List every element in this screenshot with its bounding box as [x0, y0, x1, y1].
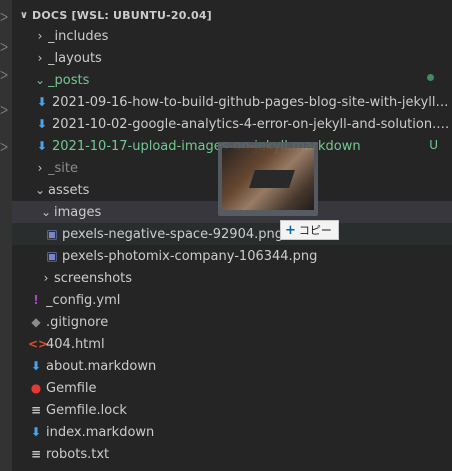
- activity-icon-extensions[interactable]: ᐳ: [0, 140, 12, 156]
- chevron-down-icon: ⌄: [40, 205, 52, 219]
- markdown-file-icon: ⬇: [36, 117, 48, 131]
- activity-bar: ᐳ ᐳ ᐳ ᐳ ᐳ: [0, 0, 12, 471]
- drag-copy-tooltip: + コピー: [280, 220, 339, 240]
- chevron-down-icon: ∨: [19, 9, 29, 21]
- tree-item-file[interactable]: ! _config.yml: [12, 289, 452, 311]
- text-file-icon: ≡: [30, 403, 42, 417]
- image-file-icon: ▣: [46, 249, 58, 263]
- drag-preview-image: [218, 142, 318, 216]
- drag-thumbnail: [222, 148, 314, 210]
- explorer-panel: ∨ DOCS [WSL: UBUNTU-20.04] › _includes ›…: [12, 0, 452, 471]
- tree-item-file[interactable]: ⬇ 2021-09-16-how-to-build-github-pages-b…: [12, 91, 452, 113]
- gitignore-file-icon: ◆: [31, 315, 41, 329]
- tree-item-file[interactable]: ⬇ index.markdown: [12, 421, 452, 443]
- markdown-file-icon: ⬇: [36, 139, 48, 153]
- tree-item-file[interactable]: <> 404.html: [12, 333, 452, 355]
- chevron-down-icon: ⌄: [34, 73, 46, 87]
- tree-item-file[interactable]: ≡ Gemfile.lock: [12, 399, 452, 421]
- workspace-section-header[interactable]: ∨ DOCS [WSL: UBUNTU-20.04]: [12, 4, 452, 26]
- activity-icon-run[interactable]: ᐳ: [0, 103, 12, 119]
- tree-item-label: pexels-negative-space-92904.png: [62, 226, 283, 242]
- tree-item-label: _config.yml: [46, 292, 121, 308]
- activity-icon-explorer[interactable]: ᐳ: [0, 10, 12, 26]
- tree-item-label: _posts: [48, 72, 90, 88]
- tree-item-file[interactable]: ● Gemfile: [12, 377, 452, 399]
- tree-item-folder[interactable]: › _layouts: [12, 47, 452, 69]
- tree-item-label: index.markdown: [46, 424, 155, 440]
- markdown-file-icon: ⬇: [30, 425, 42, 439]
- copy-label: コピー: [298, 224, 332, 237]
- tree-item-label: pexels-photomix-company-106344.png: [62, 248, 318, 264]
- tree-item-file[interactable]: ⬇ about.markdown: [12, 355, 452, 377]
- tree-item-label: images: [54, 204, 102, 220]
- laptop-shape: [249, 170, 295, 188]
- tree-item-folder[interactable]: › _includes: [12, 25, 452, 47]
- tree-item-label: .gitignore: [46, 314, 109, 330]
- tree-item-file[interactable]: ▣ pexels-photomix-company-106344.png: [12, 245, 452, 267]
- chevron-down-icon: ⌄: [34, 183, 46, 197]
- html-file-icon: <>: [28, 337, 49, 351]
- tree-item-file[interactable]: ▣ pexels-negative-space-92904.png: [12, 223, 452, 245]
- yml-file-icon: !: [33, 293, 39, 307]
- chevron-right-icon: ›: [43, 271, 49, 285]
- tree-item-folder[interactable]: › screenshots: [12, 267, 452, 289]
- text-file-icon: ≡: [30, 447, 42, 461]
- tree-item-label: 2021-10-02-google-analytics-4-error-on-j…: [52, 116, 452, 132]
- tree-item-label: robots.txt: [46, 446, 110, 462]
- image-file-icon: ▣: [46, 227, 58, 241]
- markdown-file-icon: ⬇: [30, 359, 42, 373]
- chevron-right-icon: ›: [37, 51, 43, 65]
- vscode-explorer-window: ᐳ ᐳ ᐳ ᐳ ᐳ ∨ DOCS [WSL: UBUNTU-20.04] › _…: [0, 0, 452, 471]
- plus-icon: +: [285, 222, 296, 238]
- tree-item-file[interactable]: ≡ robots.txt: [12, 443, 452, 465]
- tree-item-label: about.markdown: [46, 358, 157, 374]
- git-untracked-badge: U: [429, 138, 438, 152]
- tree-item-label: _includes: [48, 28, 109, 44]
- tree-item-label: Gemfile: [46, 380, 97, 396]
- tree-item-label: _layouts: [48, 50, 102, 66]
- markdown-file-icon: ⬇: [36, 95, 48, 109]
- gemfile-icon: ●: [30, 381, 42, 395]
- chevron-right-icon: ›: [37, 161, 43, 175]
- tree-item-label: 2021-09-16-how-to-build-github-pages-blo…: [52, 94, 452, 110]
- tree-item-label: _site: [48, 160, 78, 176]
- chevron-right-icon: ›: [37, 29, 43, 43]
- tree-item-label: 404.html: [46, 336, 105, 352]
- activity-icon-source-control[interactable]: ᐳ: [0, 68, 12, 84]
- tree-item-file[interactable]: ⬇ 2021-10-02-google-analytics-4-error-on…: [12, 113, 452, 135]
- activity-icon-search[interactable]: ᐳ: [0, 40, 12, 56]
- git-modified-dot-icon: [427, 74, 434, 81]
- tree-item-label: assets: [48, 182, 90, 198]
- workspace-title: DOCS [WSL: UBUNTU-20.04]: [32, 8, 212, 22]
- tree-item-label: screenshots: [54, 270, 133, 286]
- tree-item-folder[interactable]: ⌄ _posts: [12, 69, 452, 91]
- tree-item-file[interactable]: ◆ .gitignore: [12, 311, 452, 333]
- tree-item-label: Gemfile.lock: [46, 402, 127, 418]
